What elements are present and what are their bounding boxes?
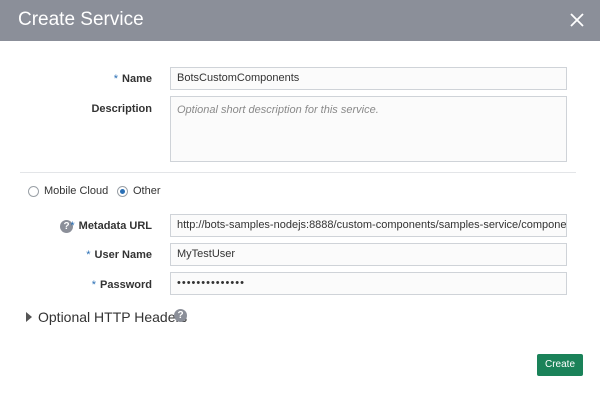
expand-triangle-icon (26, 312, 32, 322)
password-label: * Password (91, 279, 152, 291)
close-icon[interactable] (568, 11, 586, 29)
required-marker: * (113, 73, 119, 85)
dialog-title: Create Service (18, 9, 144, 30)
user-name-label: * User Name (86, 249, 152, 261)
description-field[interactable]: Optional short description for this serv… (170, 96, 567, 162)
mobile-cloud-label: Mobile Cloud (44, 185, 109, 197)
metadata-url-field[interactable]: http://bots-samples-nodejs:8888/custom-c… (170, 214, 567, 237)
dialog-header: Create Service (0, 0, 600, 41)
optional-headers-label: Optional HTTP Headers (38, 309, 188, 325)
radio-other[interactable] (117, 186, 128, 197)
create-button[interactable]: Create (537, 354, 583, 376)
name-field[interactable]: BotsCustomComponents (170, 67, 567, 90)
description-label: Description (91, 103, 152, 115)
optional-headers-toggle[interactable]: Optional HTTP Headers (26, 309, 187, 325)
help-icon[interactable]: ? (174, 309, 187, 322)
name-label: * Name (113, 73, 152, 85)
create-service-dialog: Create Service * Name BotsCustomComponent… (0, 0, 600, 394)
section-divider (20, 172, 576, 173)
password-field[interactable]: •••••••••••••• (170, 272, 567, 295)
other-label: Other (133, 185, 161, 197)
metadata-url-label: * Metadata URL (70, 220, 152, 232)
radio-mobile-cloud[interactable] (28, 186, 39, 197)
user-name-field[interactable]: MyTestUser (170, 243, 567, 266)
